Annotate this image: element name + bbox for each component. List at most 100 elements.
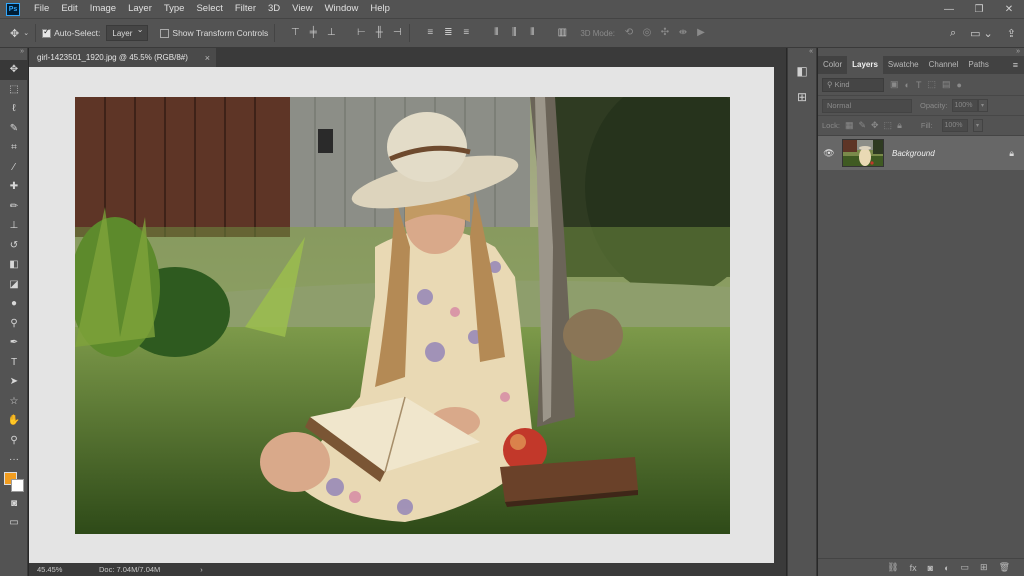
filter-toggle-icon[interactable]: ● — [956, 80, 961, 90]
layer-row-background[interactable]: 👁︎ Background 🔒︎ — [818, 136, 1024, 170]
pixel-layer-filter-icon[interactable]: ▣ — [890, 79, 899, 90]
pen-tool-icon[interactable]: ✒ — [0, 333, 28, 353]
distribute-left-icon[interactable]: ⦀ — [490, 27, 502, 39]
menu-image[interactable]: Image — [84, 0, 122, 18]
auto-select-checkbox[interactable]: Auto-Select: — [42, 27, 100, 38]
layer-lock-icon[interactable]: 🔒︎ — [1009, 148, 1014, 159]
distribute-right-icon[interactable]: ⦀ — [526, 27, 538, 39]
distribute-hcenter-icon[interactable]: ⫼ — [508, 27, 520, 39]
menu-layer[interactable]: Layer — [122, 0, 158, 18]
properties-panel-icon[interactable]: ⊞ — [788, 84, 816, 110]
lock-image-pixels-icon[interactable]: ✎ — [858, 120, 866, 131]
delete-layer-icon[interactable]: 🗑︎ — [999, 562, 1010, 573]
path-selection-tool-icon[interactable]: ➤ — [0, 372, 28, 392]
checkbox-checked-icon[interactable] — [42, 27, 52, 38]
workspace-icon[interactable]: ▭ ⌄ — [970, 27, 993, 40]
dodge-tool-icon[interactable]: ⚲ — [0, 314, 28, 334]
new-adjustment-layer-icon[interactable]: ◐ — [944, 563, 949, 573]
panel-menu-icon[interactable]: ≡ — [1013, 56, 1018, 74]
vertical-scrollbar[interactable] — [774, 67, 786, 563]
expand-panels-icon[interactable]: « — [788, 48, 816, 58]
more-tools-icon[interactable]: ··· — [0, 450, 28, 470]
menu-window[interactable]: Window — [319, 0, 365, 18]
menu-3d[interactable]: 3D — [262, 0, 286, 18]
background-color-swatch[interactable] — [11, 478, 24, 492]
screen-mode-icon[interactable]: ▭ — [0, 513, 28, 533]
eyedropper-tool-icon[interactable]: ⁄ — [0, 158, 28, 178]
lock-position-icon[interactable]: ✥ — [871, 120, 879, 131]
smart-object-filter-icon[interactable]: ▤ — [942, 79, 951, 90]
clone-stamp-tool-icon[interactable]: ⊥ — [0, 216, 28, 236]
brush-tool-icon[interactable]: ✏ — [0, 197, 28, 217]
3d-scale-icon[interactable]: ▶ — [695, 27, 707, 39]
distribute-bottom-icon[interactable]: ≡ — [460, 27, 472, 39]
search-icon[interactable]: ⌕ — [950, 27, 956, 40]
show-transform-checkbox[interactable]: Show Transform Controls — [160, 28, 268, 38]
opacity-slider-arrow-icon[interactable]: ▾ — [977, 99, 988, 112]
3d-pan-icon[interactable]: ✣ — [659, 27, 671, 39]
new-group-icon[interactable]: ▭ — [961, 562, 970, 573]
type-layer-filter-icon[interactable]: T — [916, 80, 922, 90]
history-brush-tool-icon[interactable]: ↺ — [0, 236, 28, 256]
restore-button[interactable]: ❐ — [964, 0, 994, 18]
menu-file[interactable]: File — [28, 0, 55, 18]
tab-layers[interactable]: Layers — [847, 56, 883, 74]
filter-kind-dropdown[interactable]: ⚲ Kind — [822, 77, 884, 92]
history-panel-icon[interactable]: ◧ — [788, 58, 816, 84]
quick-selection-tool-icon[interactable]: ✎ — [0, 119, 28, 139]
menu-filter[interactable]: Filter — [229, 0, 262, 18]
document-tab[interactable]: girl-1423501_1920.jpg @ 45.5% (RGB/8#) × — [29, 48, 216, 67]
quick-mask-icon[interactable]: ◙ — [0, 494, 28, 514]
move-tool-preset-icon[interactable]: ✥ — [10, 27, 19, 40]
align-bottom-edges-icon[interactable]: ⊥ — [325, 27, 337, 39]
blend-mode-dropdown[interactable]: Normal — [822, 98, 912, 113]
hand-tool-icon[interactable]: ✋ — [0, 411, 28, 431]
opacity-input[interactable]: 100% — [951, 99, 978, 112]
shape-layer-filter-icon[interactable]: ⬚ — [927, 79, 936, 90]
collapse-panels-icon[interactable]: » — [818, 48, 1024, 56]
align-left-edges-icon[interactable]: ⊢ — [355, 27, 367, 39]
lock-all-icon[interactable]: 🔒︎ — [897, 120, 902, 131]
prevent-autonest-icon[interactable]: ⬚ — [884, 120, 893, 131]
tab-paths[interactable]: Paths — [963, 56, 993, 74]
close-tab-icon[interactable]: × — [205, 53, 210, 63]
document-image[interactable] — [75, 97, 730, 534]
distribute-vcenter-icon[interactable]: ≣ — [442, 27, 454, 39]
link-layers-icon[interactable]: ⛓︎ — [887, 562, 898, 573]
tab-swatches[interactable]: Swatche — [883, 56, 924, 74]
add-mask-icon[interactable]: ◙ — [928, 563, 933, 573]
auto-align-layers-icon[interactable]: ▥ — [556, 27, 568, 39]
tab-color[interactable]: Color — [818, 56, 847, 74]
shape-tool-icon[interactable]: ☆ — [0, 392, 28, 412]
zoom-tool-icon[interactable]: ⚲ — [0, 431, 28, 451]
menu-edit[interactable]: Edit — [55, 0, 83, 18]
crop-tool-icon[interactable]: ⌗ — [0, 138, 28, 158]
3d-roll-icon[interactable]: ◎ — [641, 27, 653, 39]
3d-orbit-icon[interactable]: ⟲ — [623, 27, 635, 39]
photoshop-logo-icon[interactable]: Ps — [6, 2, 20, 16]
align-top-edges-icon[interactable]: ⊤ — [289, 27, 301, 39]
visibility-eye-icon[interactable]: 👁︎ — [818, 148, 840, 159]
minimize-button[interactable]: — — [934, 0, 964, 18]
distribute-top-icon[interactable]: ≡ — [424, 27, 436, 39]
close-window-button[interactable]: ✕ — [994, 0, 1024, 18]
menu-view[interactable]: View — [286, 0, 318, 18]
lasso-tool-icon[interactable]: ℓ — [0, 99, 28, 119]
eraser-tool-icon[interactable]: ◧ — [0, 255, 28, 275]
chevron-down-icon[interactable]: ⌄ — [23, 29, 29, 37]
tab-channels[interactable]: Channel — [924, 56, 964, 74]
menu-select[interactable]: Select — [190, 0, 228, 18]
menu-help[interactable]: Help — [364, 0, 396, 18]
marquee-tool-icon[interactable]: ⬚ — [0, 80, 28, 100]
fill-input[interactable]: 100% — [941, 119, 968, 132]
menu-type[interactable]: Type — [158, 0, 191, 18]
pasteboard[interactable] — [29, 67, 774, 563]
zoom-level[interactable]: 45.45% — [37, 565, 75, 574]
paint-bucket-tool-icon[interactable]: ◪ — [0, 275, 28, 295]
type-tool-icon[interactable]: T — [0, 353, 28, 373]
auto-select-target-dropdown[interactable]: Layer — [106, 25, 149, 41]
align-horizontal-centers-icon[interactable]: ╫ — [373, 27, 385, 39]
layer-style-fx-icon[interactable]: fx — [910, 563, 917, 573]
align-right-edges-icon[interactable]: ⊣ — [391, 27, 403, 39]
healing-brush-tool-icon[interactable]: ✚ — [0, 177, 28, 197]
